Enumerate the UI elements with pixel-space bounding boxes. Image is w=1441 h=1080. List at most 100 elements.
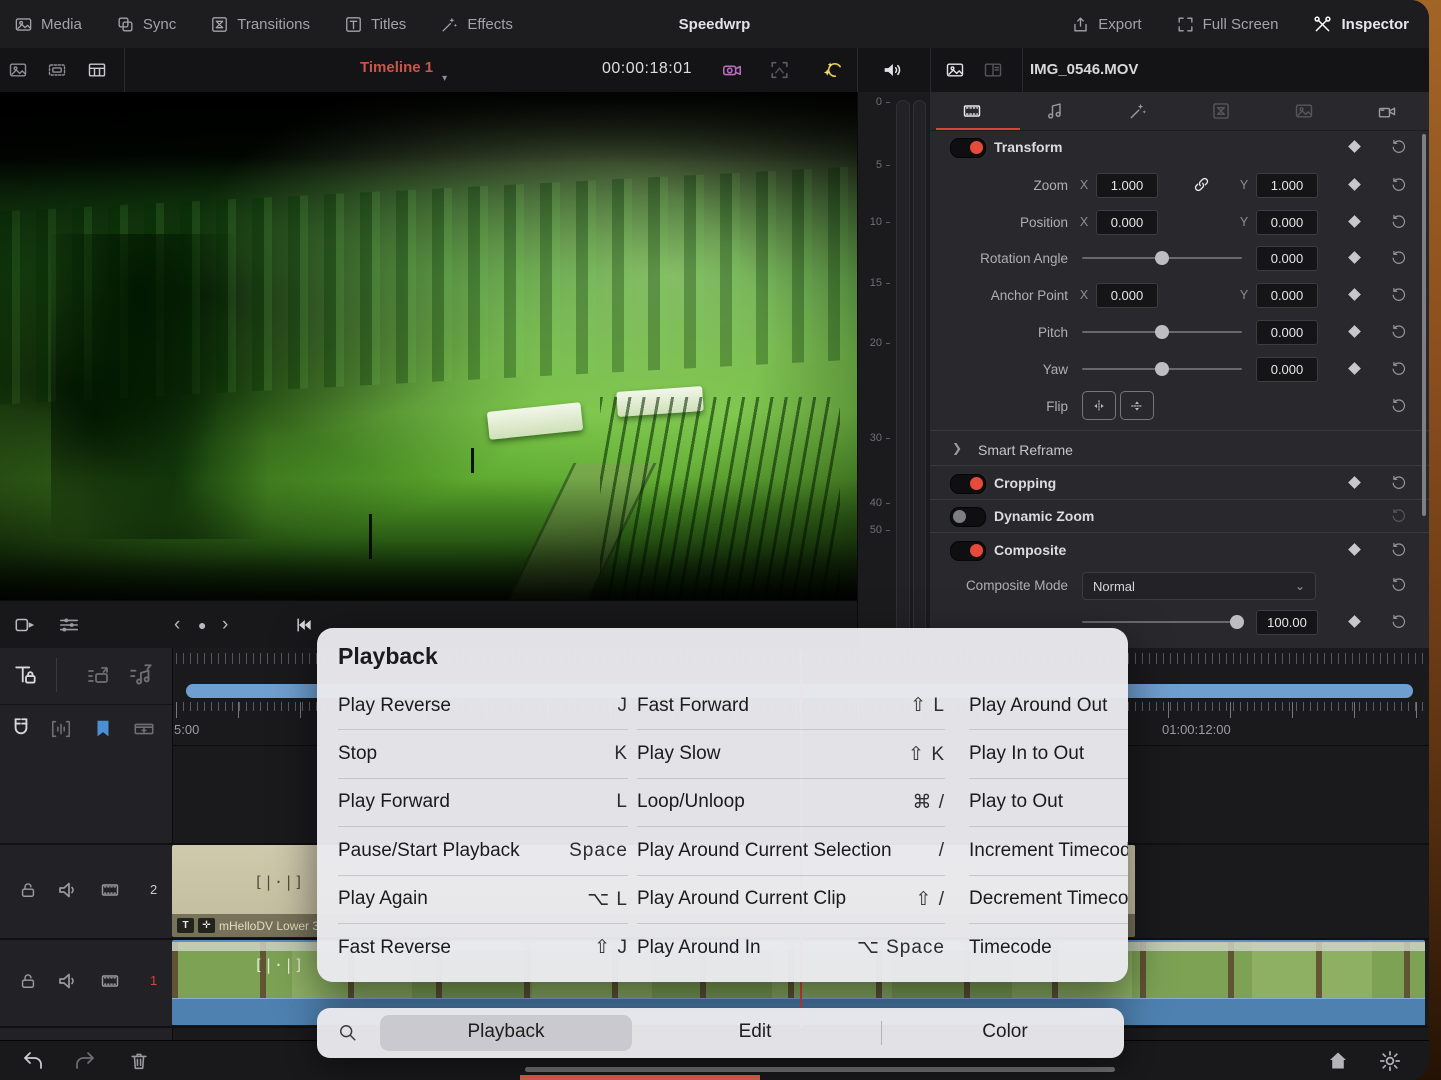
pitch-slider[interactable] [1082, 331, 1242, 333]
yaw-input[interactable]: 0.000 [1256, 357, 1318, 382]
zoom-reset-icon[interactable] [1390, 176, 1407, 193]
track2-lock-icon[interactable] [18, 879, 38, 901]
pitch-reset-icon[interactable] [1390, 323, 1407, 340]
composite-toggle[interactable] [950, 541, 986, 561]
audio-waveform-icon[interactable] [48, 718, 74, 740]
clip-preview-icon[interactable] [12, 614, 38, 636]
tab-video[interactable] [930, 92, 1013, 130]
playhead-marker-button[interactable]: ● [198, 617, 206, 633]
composite-reset-icon[interactable] [1390, 541, 1407, 558]
opacity-input[interactable]: 100.00 [1256, 610, 1318, 635]
timeline-selector[interactable]: Timeline 1 ▾ [360, 59, 433, 76]
position-reset-icon[interactable] [1390, 213, 1407, 230]
position-y-input[interactable]: 0.000 [1256, 210, 1318, 235]
search-icon[interactable] [337, 1022, 358, 1043]
pitch-keyframe-icon[interactable] [1348, 325, 1361, 338]
yaw-reset-icon[interactable] [1390, 360, 1407, 377]
smart-reframe-row[interactable]: ❯ Smart Reframe [930, 432, 1429, 465]
anchor-y-input[interactable]: 0.000 [1256, 283, 1318, 308]
yaw-slider[interactable] [1082, 368, 1242, 370]
settings-gear-button[interactable] [1378, 1049, 1402, 1073]
flip-reset-icon[interactable] [1390, 397, 1407, 414]
shortcut-row[interactable]: Loop/Unloop⌘ / [637, 779, 945, 827]
flip-vertical-button[interactable] [1120, 391, 1154, 420]
titles-button[interactable]: Titles [344, 15, 406, 34]
track1-filmstrip-icon[interactable] [98, 971, 122, 991]
track2-speaker-icon[interactable] [56, 878, 80, 902]
transform-keyframe-icon[interactable] [1348, 140, 1361, 153]
mixer-icon[interactable] [56, 614, 82, 636]
add-clip-icon[interactable] [130, 718, 158, 740]
rotation-slider[interactable] [1082, 257, 1242, 259]
shortcut-row[interactable]: Fast Forward⇧ L [637, 682, 945, 730]
transform-overlay-icon[interactable] [768, 59, 791, 81]
anchor-keyframe-icon[interactable] [1348, 288, 1361, 301]
composite-keyframe-icon[interactable] [1348, 543, 1361, 556]
shortcut-row[interactable]: Play Around Current Clip⇧ / [637, 876, 945, 924]
effects-button[interactable]: Effects [440, 15, 513, 34]
clip-inspector-icon[interactable] [944, 60, 966, 80]
prev-frame-button[interactable]: ‹ [174, 614, 180, 636]
cropping-keyframe-icon[interactable] [1348, 476, 1361, 489]
tab-effects[interactable] [1096, 92, 1179, 130]
shortcut-row[interactable]: StopK [338, 730, 628, 778]
opacity-slider[interactable] [1082, 621, 1240, 623]
position-keyframe-icon[interactable] [1348, 215, 1361, 228]
track1-lock-icon[interactable] [18, 970, 38, 992]
tab-file[interactable] [1346, 92, 1429, 130]
opacity-reset-icon[interactable] [1390, 613, 1407, 630]
dynamic-zoom-reset-icon[interactable] [1390, 507, 1407, 524]
shortcut-row[interactable]: Fast Reverse⇧ J [338, 924, 628, 971]
anchor-reset-icon[interactable] [1390, 286, 1407, 303]
shortcut-row[interactable]: Play Around Current Selection/ [637, 827, 945, 875]
trim-tool-icon[interactable] [12, 662, 40, 688]
shortcut-row[interactable]: Timecode [969, 924, 1128, 971]
redo-button[interactable] [72, 1049, 98, 1073]
media-pool-icon[interactable] [8, 60, 28, 80]
snapping-magnet-icon[interactable] [8, 716, 34, 742]
track2-filmstrip-icon[interactable] [98, 880, 122, 900]
media-button[interactable]: Media [14, 15, 82, 34]
shortcut-row[interactable]: Play ForwardL [338, 779, 628, 827]
transform-toggle[interactable] [950, 138, 986, 158]
zoom-link-icon[interactable] [1192, 175, 1211, 194]
opacity-keyframe-icon[interactable] [1348, 615, 1361, 628]
track1-speaker-icon[interactable] [56, 969, 80, 993]
home-button[interactable] [1326, 1049, 1350, 1073]
rotation-input[interactable]: 0.000 [1256, 246, 1318, 271]
insert-clip-icon[interactable] [84, 664, 114, 688]
fullscreen-button[interactable]: Full Screen [1176, 15, 1279, 34]
shortcut-row[interactable]: Pause/Start PlaybackSpace [338, 827, 628, 875]
storyboard-view-icon[interactable] [86, 60, 108, 80]
tab-image[interactable] [1263, 92, 1346, 130]
shortcut-row[interactable]: Play Again⌥ L [338, 876, 628, 924]
shortcut-row[interactable]: Play Around Out [969, 682, 1128, 730]
shortcut-row[interactable]: Play In to Out [969, 730, 1128, 778]
skip-to-start-button[interactable] [292, 615, 316, 635]
tab-playback[interactable]: Playback [467, 1021, 544, 1043]
pitch-input[interactable]: 0.000 [1256, 320, 1318, 345]
zoom-y-input[interactable]: 1.000 [1256, 173, 1318, 198]
export-button[interactable]: Export [1071, 15, 1141, 34]
flip-horizontal-button[interactable] [1082, 391, 1116, 420]
enhance-icon[interactable] [820, 59, 844, 82]
undo-button[interactable] [20, 1049, 46, 1073]
shortcut-row[interactable]: Decrement Timecode [969, 876, 1128, 924]
shortcut-row[interactable]: Play Around In⌥ Space [637, 924, 945, 971]
zoom-x-input[interactable]: 1.000 [1096, 173, 1158, 198]
tab-edit[interactable]: Edit [739, 1021, 772, 1043]
viewer-preview[interactable] [0, 92, 857, 600]
transitions-button[interactable]: Transitions [210, 15, 310, 34]
delete-button[interactable] [128, 1049, 150, 1073]
grab-still-icon[interactable] [720, 59, 744, 81]
zoom-keyframe-icon[interactable] [1348, 178, 1361, 191]
shortcut-row[interactable]: Increment Timecode [969, 827, 1128, 875]
cropping-toggle[interactable] [950, 474, 986, 494]
rotation-reset-icon[interactable] [1390, 249, 1407, 266]
cropping-reset-icon[interactable] [1390, 474, 1407, 491]
inspector-scrollbar[interactable] [1422, 134, 1426, 516]
sync-button[interactable]: Sync [116, 15, 176, 34]
composite-mode-dropdown[interactable]: Normal ⌄ [1082, 572, 1316, 600]
tab-transition[interactable] [1180, 92, 1263, 130]
yaw-keyframe-icon[interactable] [1348, 362, 1361, 375]
